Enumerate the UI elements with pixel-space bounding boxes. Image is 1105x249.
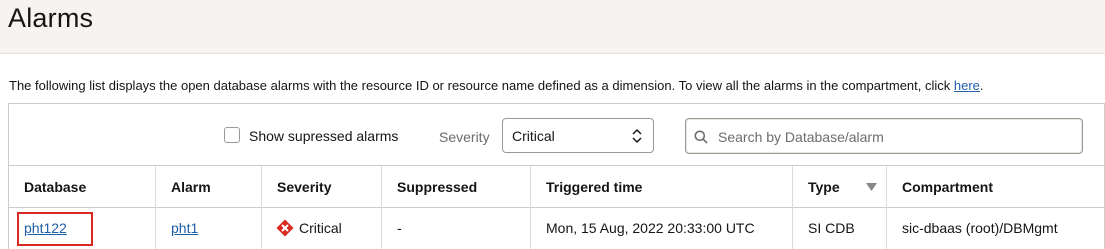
severity-select-value: Critical	[512, 128, 555, 144]
description-text: The following list displays the open dat…	[9, 78, 954, 93]
critical-icon	[276, 219, 294, 237]
cell-database: pht122	[9, 208, 156, 249]
filter-bar: Show supressed alarms Severity Critical …	[9, 104, 1104, 166]
show-suppressed-checkbox[interactable]	[224, 127, 240, 143]
cell-alarm: pht1	[156, 208, 262, 249]
sort-down-icon[interactable]	[866, 183, 877, 191]
column-header-database[interactable]: Database	[9, 166, 156, 208]
severity-value: Critical	[299, 220, 342, 236]
page-header: Alarms	[0, 0, 1105, 54]
alarm-link[interactable]: pht1	[171, 220, 198, 236]
page-title: Alarms	[8, 3, 94, 33]
cell-severity: Critical	[262, 208, 382, 249]
cell-triggered-time: Mon, 15 Aug, 2022 20:33:00 UTC	[531, 208, 793, 249]
cell-suppressed: -	[382, 208, 531, 249]
page-description: The following list displays the open dat…	[9, 78, 984, 93]
cell-type: SI CDB	[793, 208, 887, 249]
up-down-caret-icon	[632, 128, 642, 144]
table-row: pht122 pht1 Critical - Mon, 15 Aug, 2022…	[9, 208, 1104, 249]
column-header-alarm[interactable]: Alarm	[156, 166, 262, 208]
search-input[interactable]: Search by Database/alarm	[685, 118, 1083, 154]
severity-select[interactable]: Critical	[502, 118, 654, 153]
show-suppressed-label[interactable]: Show supressed alarms	[249, 128, 398, 144]
table-header: Database Alarm Severity Suppressed Trigg…	[9, 166, 1104, 208]
column-header-severity[interactable]: Severity	[262, 166, 382, 208]
column-header-type-label: Type	[808, 179, 840, 195]
alarms-panel: Show supressed alarms Severity Critical …	[8, 103, 1105, 249]
search-icon	[694, 130, 708, 144]
highlight-box	[17, 212, 93, 246]
severity-filter-label: Severity	[439, 129, 490, 145]
description-suffix: .	[979, 78, 984, 93]
cell-compartment: sic-dbaas (root)/DBMgmt	[902, 220, 1058, 236]
search-placeholder: Search by Database/alarm	[718, 129, 884, 145]
column-header-suppressed[interactable]: Suppressed	[382, 166, 531, 208]
column-header-type[interactable]: Type	[793, 166, 887, 208]
column-header-compartment[interactable]: Compartment	[887, 166, 1105, 208]
column-header-triggered-time[interactable]: Triggered time	[531, 166, 793, 208]
view-all-alarms-link[interactable]: here	[954, 78, 980, 93]
